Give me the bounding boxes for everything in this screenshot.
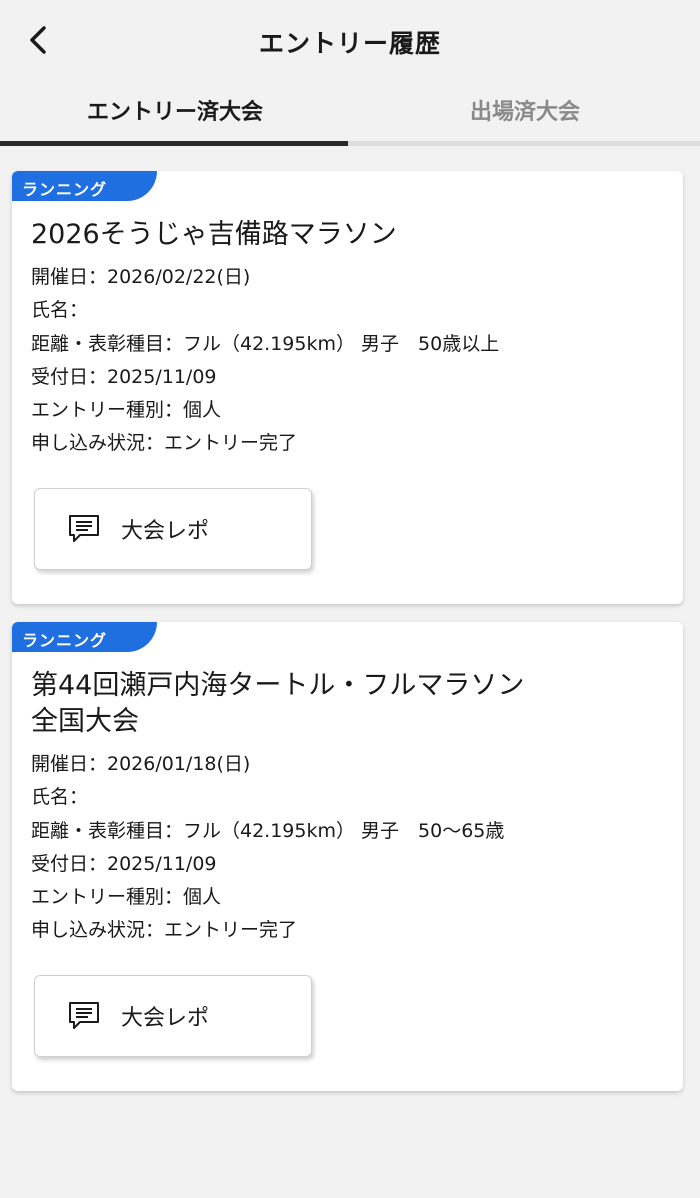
app-header: エントリー履歴 [0, 0, 700, 80]
tab-entered-events[interactable]: エントリー済大会 [0, 80, 350, 146]
received-date: 受付日：2025/11/09 [31, 366, 217, 388]
event-title: 第44回瀬戸内海タートル・フルマラソン全国大会 [31, 670, 525, 737]
event-title: 2026そうじゃ吉備路マラソン [31, 219, 397, 250]
entry-list: ランニング 2026そうじゃ吉備路マラソン 開催日：2026/02/22(日) … [0, 146, 700, 1091]
distance-category: 距離・表彰種目：フル（42.195km） 男子 50〜65歳 [31, 820, 505, 842]
entry-card: ランニング 2026そうじゃ吉備路マラソン 開催日：2026/02/22(日) … [12, 171, 683, 604]
application-status: 申し込み状況：エントリー完了 [31, 432, 298, 454]
race-report-label: 大会レポ [121, 519, 210, 544]
category-badge: ランニング [12, 622, 157, 652]
category-badge: ランニング [12, 171, 157, 201]
tab-bar: エントリー済大会 出場済大会 [0, 80, 700, 146]
event-date: 開催日：2026/01/18(日) [31, 753, 251, 775]
entry-card: ランニング 第44回瀬戸内海タートル・フルマラソン全国大会 開催日：2026/0… [12, 622, 683, 1091]
application-status: 申し込み状況：エントリー完了 [31, 919, 298, 941]
event-date: 開催日：2026/02/22(日) [31, 266, 251, 288]
participant-name: 氏名： [31, 299, 89, 321]
distance-category: 距離・表彰種目：フル（42.195km） 男子 50歳以上 [31, 333, 500, 355]
race-report-label: 大会レポ [121, 1006, 210, 1031]
tab-participated-events[interactable]: 出場済大会 [350, 80, 700, 146]
comment-icon [67, 512, 101, 546]
received-date: 受付日：2025/11/09 [31, 853, 217, 875]
participant-name: 氏名： [31, 786, 89, 808]
race-report-button[interactable]: 大会レポ [34, 975, 312, 1057]
entry-type: エントリー種別：個人 [31, 886, 222, 908]
page-title: エントリー履歴 [258, 29, 441, 58]
comment-icon [67, 999, 101, 1033]
tab-active-indicator [0, 141, 348, 146]
entry-type: エントリー種別：個人 [31, 399, 222, 421]
race-report-button[interactable]: 大会レポ [34, 488, 312, 570]
